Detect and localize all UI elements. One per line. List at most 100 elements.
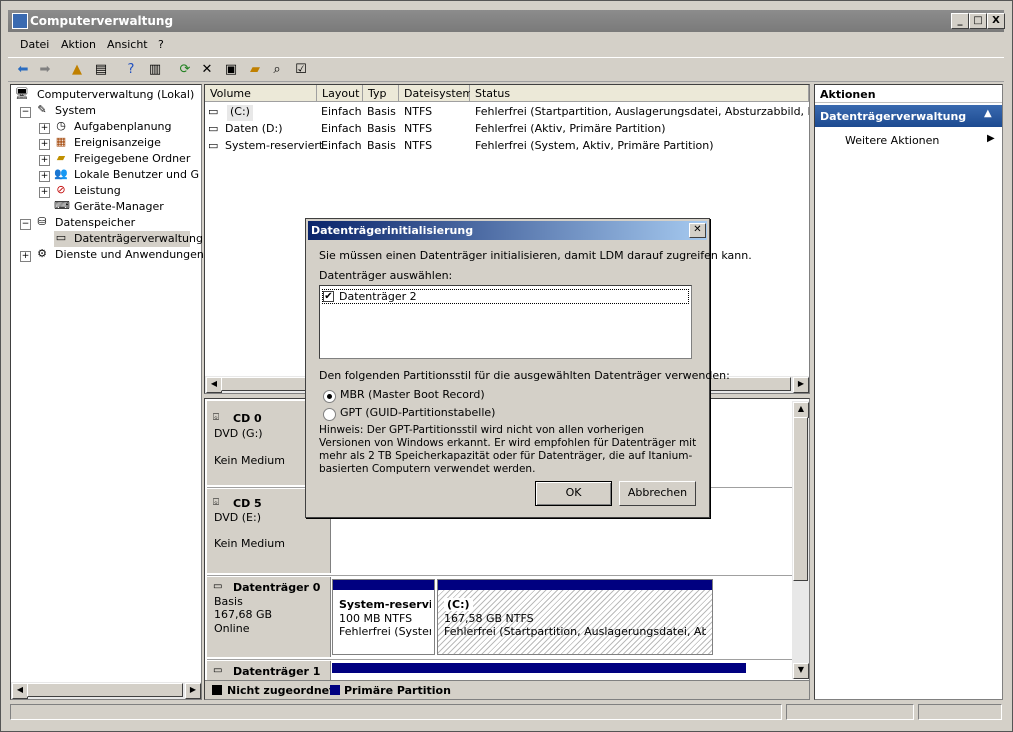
scroll-right-button[interactable]: ▶ xyxy=(185,683,201,699)
list-item[interactable]: ✔ Datenträger 2 xyxy=(322,289,689,304)
collapse-icon[interactable]: ▲ xyxy=(984,108,992,119)
expander-services[interactable]: + xyxy=(20,251,31,262)
scroll-left-button[interactable]: ◀ xyxy=(206,377,222,393)
menu-datei[interactable]: Datei xyxy=(20,38,49,51)
expander-aufgabenplanung[interactable]: + xyxy=(39,123,50,134)
action-more[interactable]: Weitere Aktionen ▶ xyxy=(815,132,1002,150)
partition-bar xyxy=(333,580,434,590)
expander-benutzer[interactable]: + xyxy=(39,171,50,182)
tree-item-label: Aufgabenplanung xyxy=(74,120,172,133)
disk-name: CD 0 xyxy=(233,412,262,425)
forward-icon[interactable]: ➡ xyxy=(36,61,54,79)
col-header-status[interactable]: Status xyxy=(470,85,809,102)
cell-volume: Daten (D:) xyxy=(225,122,283,135)
tree-services-label: Dienste und Anwendungen xyxy=(55,248,204,261)
cell-layout: Einfach xyxy=(321,139,362,152)
disk-management-icon: ▭ xyxy=(55,231,67,244)
radio-gpt[interactable] xyxy=(323,408,336,421)
scroll-thumb[interactable] xyxy=(27,683,183,697)
clock-icon: ◷ xyxy=(56,119,66,132)
computer-icon: 🖥 xyxy=(15,87,29,100)
partition-system-reserved[interactable]: System-reservi 100 MB NTFS Fehlerfrei (S… xyxy=(332,579,435,655)
cell-typ: Basis xyxy=(367,139,396,152)
show-tree-icon[interactable]: ▤ xyxy=(92,61,110,79)
col-header-layout[interactable]: Layout xyxy=(317,85,363,102)
disk-0[interactable]: ▭ Datenträger 0 Basis 167,68 GB Online xyxy=(207,577,331,657)
checklist-icon[interactable]: ☑ xyxy=(292,61,310,79)
expander-storage[interactable]: − xyxy=(20,219,31,230)
app-icon xyxy=(12,13,28,29)
actions-section[interactable]: Datenträgerverwaltung ▲ xyxy=(815,105,1002,127)
menu-ansicht[interactable]: Ansicht xyxy=(107,38,148,51)
gpt-hint: Hinweis: Der GPT-Partitionsstil wird nic… xyxy=(319,424,697,475)
initialize-disk-dialog: Datenträgerinitialisierung ✕ Sie müssen … xyxy=(305,218,752,518)
expander-ereignisanzeige[interactable]: + xyxy=(39,139,50,150)
disk-media: Kein Medium xyxy=(214,454,285,467)
partition-c[interactable]: (C:) 167,58 GB NTFS Fehlerfrei (Startpar… xyxy=(437,579,713,655)
cancel-button[interactable]: Abbrechen xyxy=(619,481,696,506)
minimize-button[interactable]: _ xyxy=(951,13,969,29)
col-header-dateisystem[interactable]: Dateisystem xyxy=(399,85,473,102)
help-icon[interactable]: ? xyxy=(122,61,140,79)
scroll-right-button[interactable]: ▶ xyxy=(793,377,809,393)
disk-name: Datenträger 0 xyxy=(233,581,321,594)
up-folder-icon[interactable]: ▲ xyxy=(68,61,86,79)
checkbox-datentraeger2[interactable]: ✔ xyxy=(323,291,334,302)
cell-typ: Basis xyxy=(367,105,396,118)
tools-icon: ✎ xyxy=(37,103,47,116)
cell-dateisystem: NTFS xyxy=(404,122,433,135)
tree-item-label: Freigegebene Ordner xyxy=(74,152,191,165)
disk-listbox[interactable]: ✔ Datenträger 2 xyxy=(319,285,692,359)
expander-leistung[interactable]: + xyxy=(39,187,50,198)
scroll-thumb[interactable] xyxy=(793,417,808,581)
expander-freigaben[interactable]: + xyxy=(39,155,50,166)
cell-status: Fehlerfrei (Aktiv, Primäre Partition) xyxy=(475,122,666,135)
disk-1[interactable]: ▭ Datenträger 1 xyxy=(207,661,331,681)
action-pane-icon[interactable]: ▥ xyxy=(146,61,164,79)
properties-icon[interactable]: ▣ xyxy=(222,61,240,79)
tree-item-benutzer[interactable]: 👥 Lokale Benutzer und Gruppen xyxy=(54,167,200,183)
col-header-volume[interactable]: Volume xyxy=(205,85,317,102)
disk-state: Online xyxy=(214,622,250,635)
tree-item-datentraegerverwaltung[interactable]: ▭ Datenträgerverwaltung xyxy=(54,231,203,247)
scroll-left-button[interactable]: ◀ xyxy=(12,683,28,699)
tree-hscrollbar[interactable]: ◀ ▶ xyxy=(11,682,201,699)
cell-dateisystem: NTFS xyxy=(404,139,433,152)
back-icon[interactable]: ⬅ xyxy=(14,61,32,79)
tree-root-label: Computerverwaltung (Lokal) xyxy=(37,88,195,101)
disk-vscrollbar[interactable]: ▲ ▼ xyxy=(792,401,809,679)
open-folder-icon[interactable]: ▰ xyxy=(246,61,264,79)
expander-system[interactable]: − xyxy=(20,107,31,118)
radio-gpt-label[interactable]: GPT (GUID-Partitionstabelle) xyxy=(340,406,495,419)
delete-icon[interactable]: ✕ xyxy=(198,61,216,79)
cell-status: Fehlerfrei (System, Aktiv, Primäre Parti… xyxy=(475,139,714,152)
disk-drive: DVD (G:) xyxy=(214,427,263,440)
partition-status: Fehlerfrei (System, xyxy=(339,625,431,638)
scroll-down-button[interactable]: ▼ xyxy=(793,663,809,679)
disk-name: CD 5 xyxy=(233,497,262,510)
style-label: Den folgenden Partitionsstil für die aus… xyxy=(319,369,730,382)
cell-layout: Einfach xyxy=(321,122,362,135)
menu-help[interactable]: ? xyxy=(158,38,164,51)
radio-mbr[interactable] xyxy=(323,390,336,403)
radio-dot xyxy=(327,394,332,399)
col-header-typ[interactable]: Typ xyxy=(363,85,399,102)
shared-folder-icon: ▰ xyxy=(56,151,66,164)
menu-aktion[interactable]: Aktion xyxy=(61,38,96,51)
radio-mbr-label[interactable]: MBR (Master Boot Record) xyxy=(340,388,485,401)
disk-drive: DVD (E:) xyxy=(214,511,262,524)
partition-bar xyxy=(332,663,746,673)
ok-button[interactable]: OK xyxy=(535,481,612,506)
volume-icon: ▭ xyxy=(208,139,219,152)
cd-icon: ⌺ xyxy=(213,497,219,508)
partition-status: Fehlerfrei (Startpartition, Auslagerungs… xyxy=(444,625,706,638)
dialog-close-button[interactable]: ✕ xyxy=(689,223,706,238)
disk-icon: ▭ xyxy=(213,665,223,676)
scroll-up-button[interactable]: ▲ xyxy=(793,402,809,418)
search-icon[interactable]: ⌕ xyxy=(268,61,286,79)
dialog-title-bar: Datenträgerinitialisierung ✕ xyxy=(308,221,707,240)
refresh-icon[interactable]: ⟳ xyxy=(176,61,194,79)
close-button[interactable]: X xyxy=(987,13,1005,29)
maximize-button[interactable]: □ xyxy=(969,13,987,29)
cell-layout: Einfach xyxy=(321,105,362,118)
